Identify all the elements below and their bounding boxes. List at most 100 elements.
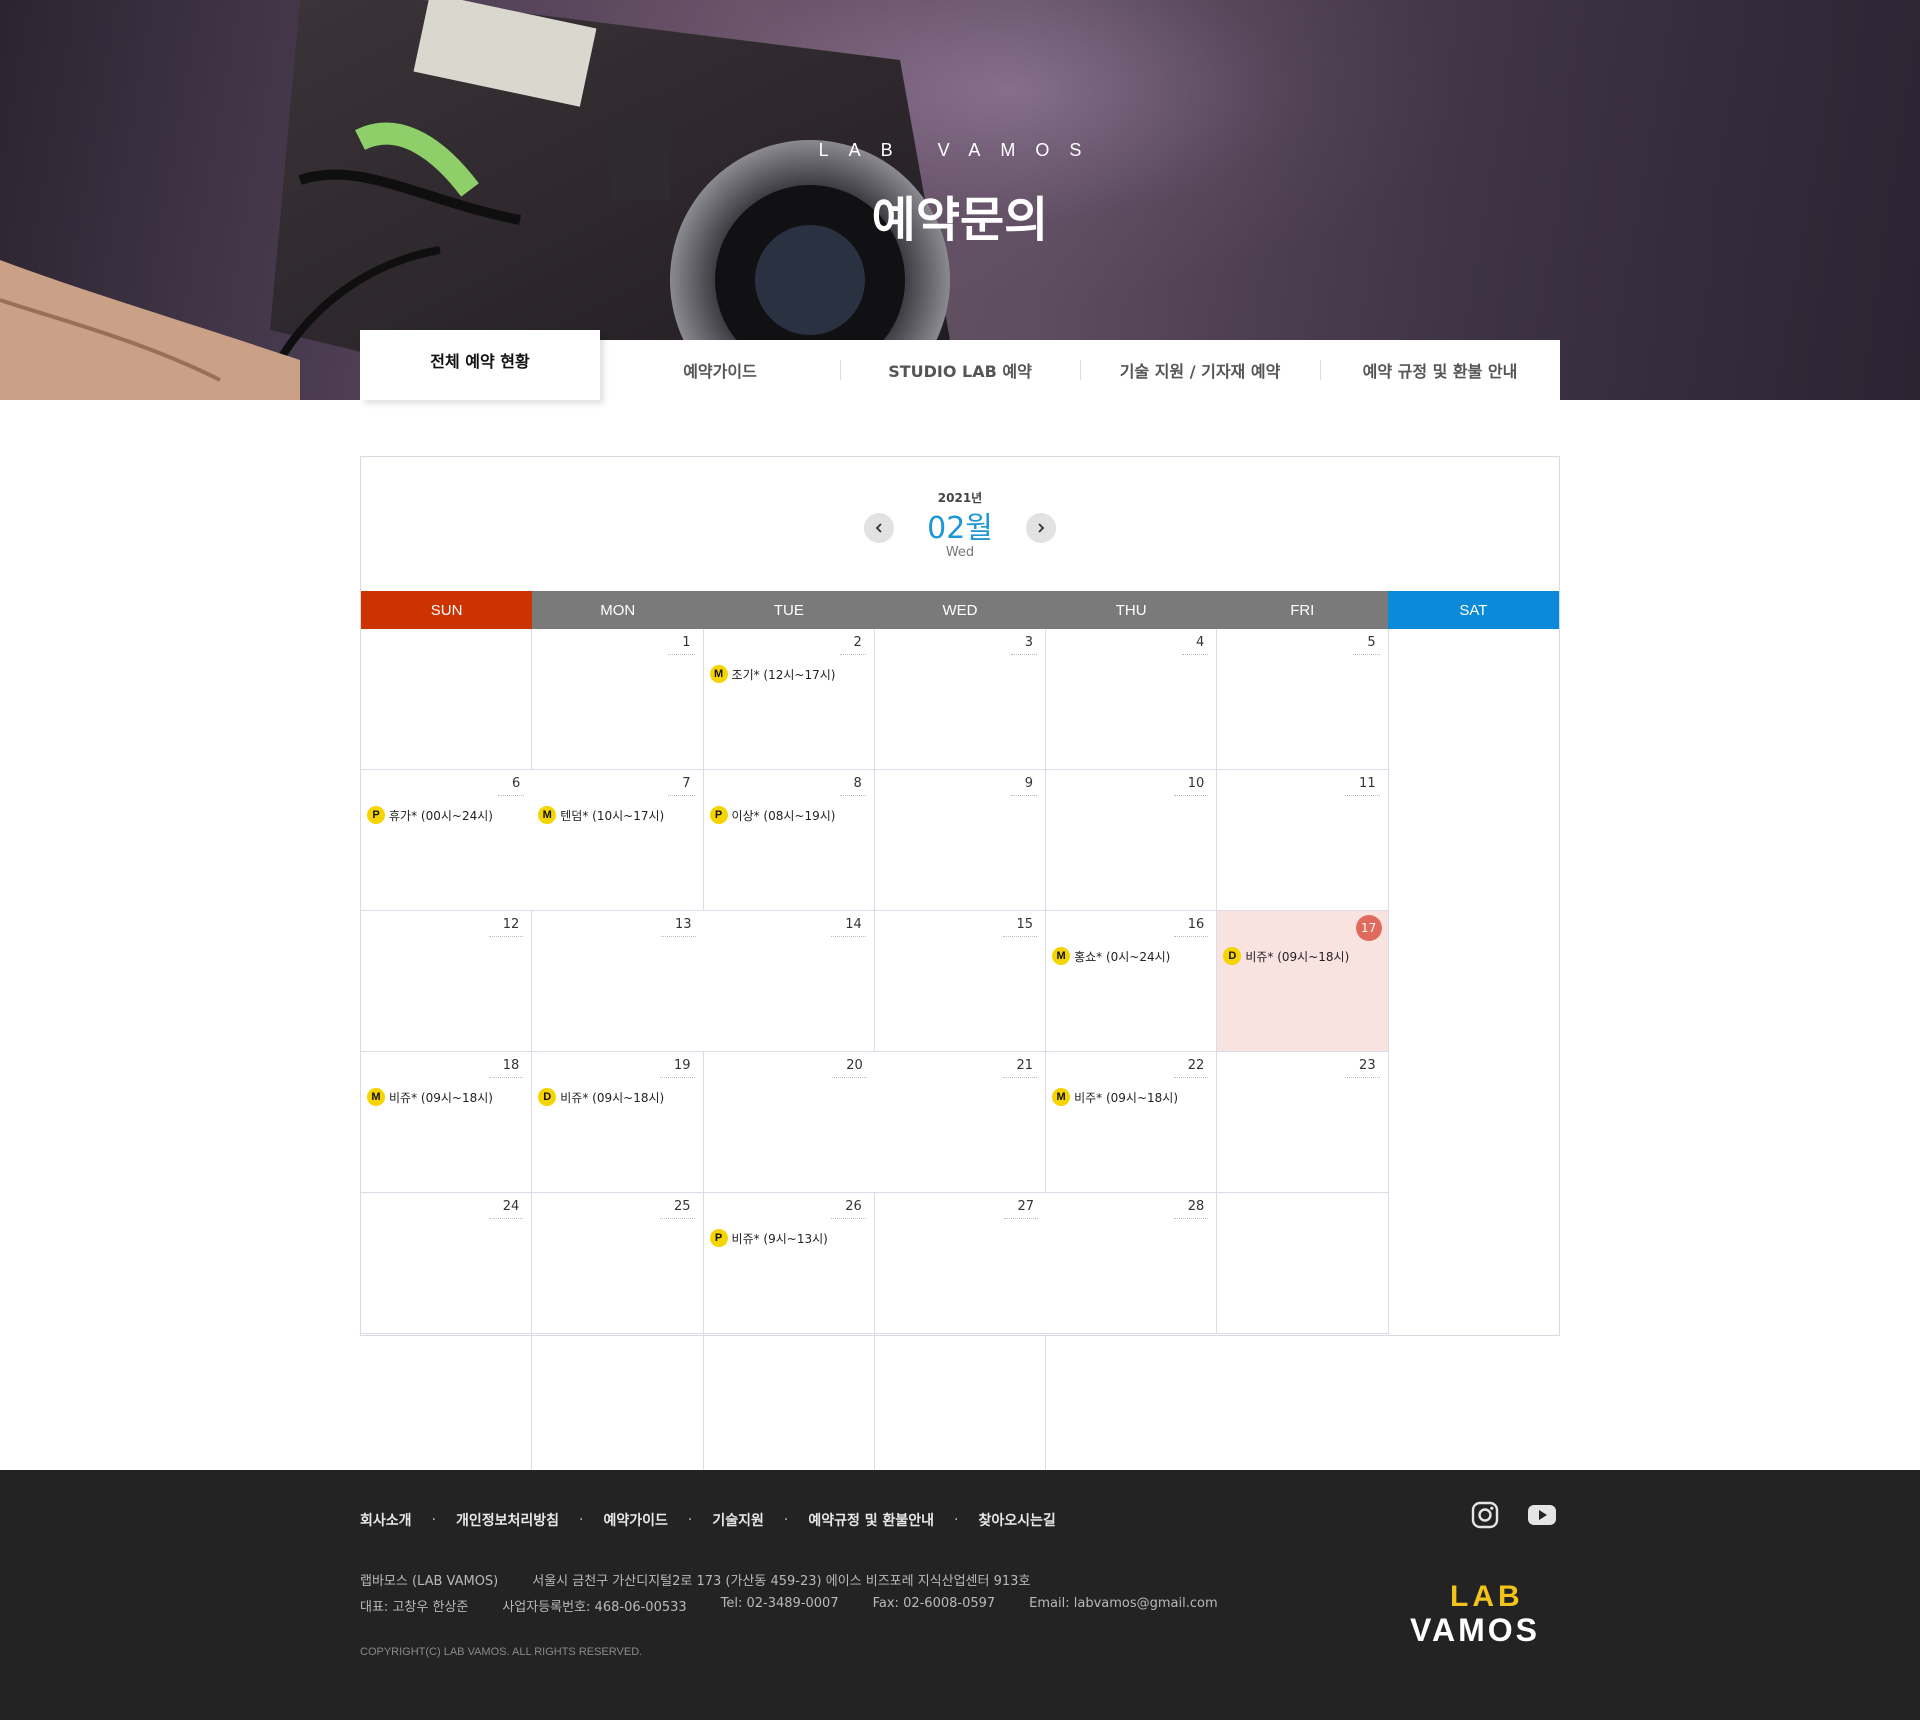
event-type-badge: D (538, 1088, 557, 1106)
reservation-event[interactable]: D 비쥬* (09시~18시) (538, 1088, 664, 1106)
reservation-event[interactable]: M 텐덤* (10시~17시) (538, 806, 664, 824)
calendar-day-cell[interactable]: 24 (361, 1193, 533, 1334)
tab-all-reservations[interactable]: 전체 예약 현황 (360, 330, 600, 400)
sub-nav-tabs: 전체 예약 현황 예약가이드 STUDIO LAB 예약 기술 지원 / 기자재… (360, 330, 1560, 400)
day-number: 20 (832, 1058, 867, 1078)
footer-link-guide[interactable]: 예약가이드 (603, 1510, 667, 1530)
day-number: 2 (839, 635, 866, 655)
calendar-day-cell[interactable]: 22 M 비주* (09시~18시) (1046, 1052, 1218, 1193)
footer-separator: · (954, 1512, 959, 1528)
reservation-event[interactable]: M 비주* (09시~18시) (1052, 1088, 1178, 1106)
tab-reservation-guide[interactable]: 예약가이드 (600, 340, 840, 400)
footer-contact-line: 대표: 고창우 한상준 사업자등록번호: 468-06-00533 Tel: 0… (360, 1596, 1252, 1615)
footer-ceo: 대표: 고창우 한상준 (360, 1600, 469, 1615)
day-number: 26 (831, 1199, 866, 1219)
tab-refund-policy[interactable]: 예약 규정 및 환불 안내 (1320, 340, 1560, 400)
event-text: 비쥬* (09시~18시) (1245, 949, 1350, 964)
calendar-day-cell[interactable]: 7 M 텐덤* (10시~17시) (532, 770, 704, 911)
reservation-event[interactable]: M 홍쇼* (0시~24시) (1052, 947, 1170, 965)
chevron-left-icon (875, 523, 882, 533)
calendar-day-cell[interactable]: 10 (1046, 770, 1218, 911)
footer-company-line: 랩바모스 (LAB VAMOS) 서울시 금천구 가산디지털2로 173 (가산… (360, 1570, 1064, 1589)
footer-links: 회사소개 · 개인정보처리방침 · 예약가이드 · 기술지원 · 예약규정 및 … (360, 1510, 1056, 1530)
day-number: 16 (1173, 917, 1209, 937)
event-type-badge: P (367, 806, 385, 824)
calendar-day-cell[interactable]: 13 (532, 911, 704, 1052)
calendar-day-cell[interactable] (703, 1334, 875, 1475)
calendar-day-cell[interactable]: 1 (532, 629, 704, 770)
calendar-day-cell[interactable]: 19 D 비쥬* (09시~18시) (532, 1052, 704, 1193)
calendar-day-cell[interactable]: 25 (532, 1193, 704, 1334)
calendar-day-cell[interactable]: 20 (703, 1052, 875, 1193)
event-text: 이상* (08시~19시) (731, 808, 836, 823)
footer-address: 서울시 금천구 가산디지털2로 173 (가산동 459-23) 에이스 비즈포… (532, 1574, 1031, 1589)
day-number: 14 (831, 917, 866, 937)
event-type-badge: P (709, 806, 728, 824)
day-number: 7 (668, 776, 695, 796)
calendar-day-cell[interactable]: 28 (1046, 1193, 1218, 1334)
calendar-day-cell[interactable]: 17 D 비쥬* (09시~18시) (1217, 911, 1389, 1052)
day-number: 21 (1002, 1058, 1038, 1078)
calendar-month: 02월 (927, 511, 993, 546)
next-month-button[interactable] (1026, 513, 1056, 543)
calendar-day-cell[interactable]: 16 M 홍쇼* (0시~24시) (1046, 911, 1218, 1052)
weekday-sat: SAT (1387, 591, 1559, 629)
day-number: 9 (1010, 776, 1038, 796)
event-type-badge: M (709, 665, 728, 683)
calendar-day-cell[interactable]: 26 P 비쥬* (9시~13시) (703, 1193, 875, 1334)
event-text: 조기* (12시~17시) (731, 667, 836, 682)
calendar-day-cell[interactable] (361, 629, 533, 770)
day-number: 24 (488, 1199, 524, 1219)
calendar-day-cell[interactable]: 21 (874, 1052, 1047, 1193)
calendar-day-cell[interactable]: 14 (703, 911, 875, 1052)
event-type-badge: D (1223, 947, 1242, 965)
tab-studio-lab[interactable]: STUDIO LAB 예약 (840, 340, 1080, 400)
reservation-event[interactable]: P 비쥬* (9시~13시) (709, 1229, 828, 1247)
youtube-link[interactable] (1527, 1500, 1557, 1530)
reservation-event[interactable]: P 이상* (08시~19시) (709, 806, 836, 824)
event-text: 휴가* (00시~24시) (389, 808, 493, 823)
calendar-day-cell[interactable]: 3 (874, 629, 1047, 770)
calendar-day-cell[interactable]: 9 (874, 770, 1047, 911)
reservation-event[interactable]: D 비쥬* (09시~18시) (1223, 947, 1349, 965)
calendar-day-cell[interactable]: 15 (874, 911, 1047, 1052)
day-number: 10 (1173, 776, 1209, 796)
reservation-event[interactable]: M 비쥬* (09시~18시) (367, 1088, 493, 1106)
prev-month-button[interactable] (864, 513, 894, 543)
calendar-day-cell[interactable]: 6 P 휴가* (00시~24시) (361, 770, 533, 911)
footer-separator: · (783, 1512, 789, 1528)
footer-link-about[interactable]: 회사소개 (360, 1510, 412, 1530)
day-number: 3 (1010, 635, 1038, 655)
weekday-mon: MON (600, 601, 636, 619)
lab-vamos-logo[interactable]: LAB VAMOS (1410, 1580, 1562, 1650)
footer-link-privacy[interactable]: 개인정보처리방침 (456, 1510, 559, 1530)
footer: 회사소개 · 개인정보처리방침 · 예약가이드 · 기술지원 · 예약규정 및 … (0, 1470, 1920, 1720)
calendar-day-cell[interactable]: 5 (1217, 629, 1389, 770)
hero-brand: LAB VAMOS (818, 140, 1102, 160)
calendar-day-cell[interactable] (1046, 1334, 1218, 1475)
calendar-day-cell[interactable] (874, 1334, 1047, 1475)
weekday-wed: WED (942, 601, 978, 619)
calendar-day-cell[interactable]: 27 (874, 1193, 1047, 1334)
footer-copyright: COPYRIGHT(C) LAB VAMOS. ALL RIGHTS RESER… (360, 1646, 643, 1658)
calendar-day-cell[interactable]: 23 (1217, 1052, 1389, 1193)
calendar-day-cell[interactable]: 11 (1217, 770, 1389, 911)
reservation-event[interactable]: M 조기* (12시~17시) (709, 665, 836, 683)
calendar-day-cell[interactable]: 12 (361, 911, 533, 1052)
footer-link-tech[interactable]: 기술지원 (712, 1510, 764, 1530)
calendar-day-cell[interactable]: 18 M 비쥬* (09시~18시) (361, 1052, 533, 1193)
reservation-event[interactable]: P 휴가* (00시~24시) (367, 806, 493, 824)
footer-link-refund[interactable]: 예약규정 및 환불안내 (808, 1510, 934, 1530)
footer-link-location[interactable]: 찾아오시는길 (978, 1510, 1055, 1530)
calendar-day-cell[interactable]: 4 (1046, 629, 1218, 770)
calendar-day-cell[interactable] (1217, 1193, 1389, 1334)
instagram-link[interactable] (1470, 1500, 1500, 1530)
day-number: 23 (1345, 1058, 1380, 1078)
day-number: 5 (1353, 635, 1380, 655)
calendar-day-cell[interactable] (532, 1334, 704, 1475)
calendar-day-cell[interactable]: 8 P 이상* (08시~19시) (703, 770, 875, 911)
tab-tech-support[interactable]: 기술 지원 / 기자재 예약 (1080, 340, 1320, 400)
footer-fax: Fax: 02-6008-0597 (872, 1596, 996, 1611)
calendar-day-cell[interactable]: 2 M 조기* (12시~17시) (703, 629, 875, 770)
calendar-day-cell[interactable] (361, 1334, 533, 1475)
